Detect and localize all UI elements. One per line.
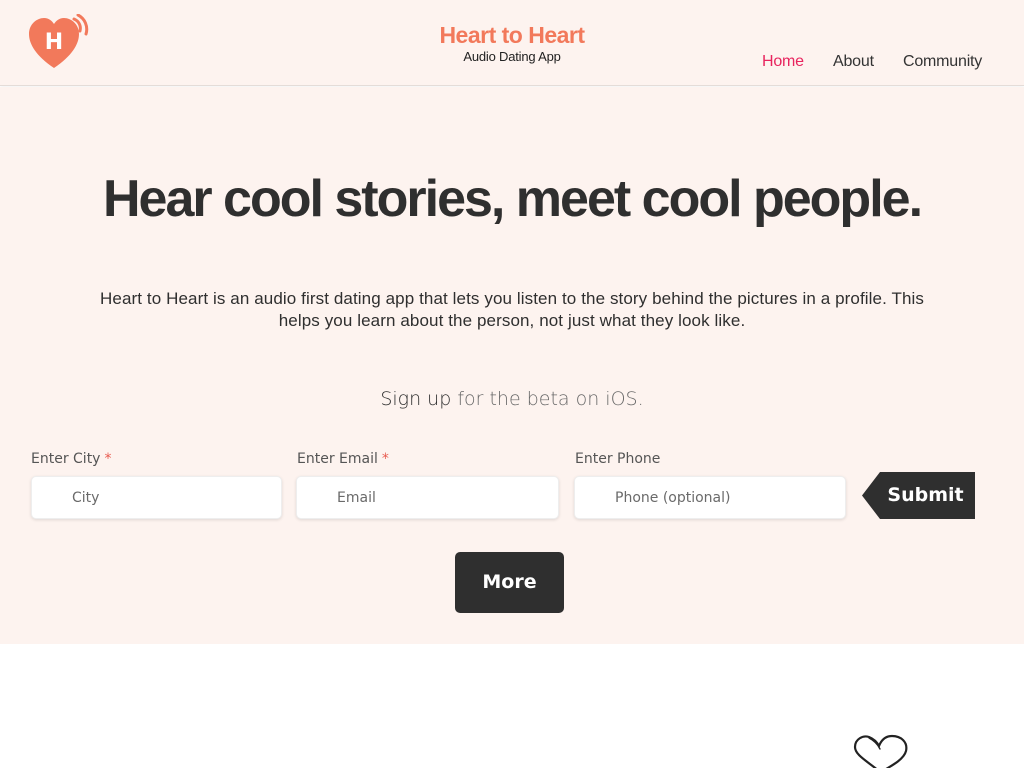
- email-required-mark: *: [381, 451, 389, 467]
- nav-home[interactable]: Home: [762, 53, 804, 73]
- heart-doodle-icon: [851, 733, 911, 768]
- hero-section: Hear cool stories, meet cool people. Hea…: [0, 87, 1024, 644]
- city-label-text: Enter City: [31, 451, 101, 467]
- city-input[interactable]: [31, 476, 282, 519]
- submit-button[interactable]: Submit: [862, 472, 975, 519]
- hero-description: Heart to Heart is an audio first dating …: [100, 289, 924, 330]
- signup-strong: Sign up: [380, 388, 452, 410]
- nav-about[interactable]: About: [833, 53, 874, 73]
- email-label: Enter Email *: [297, 451, 389, 467]
- phone-label-text: Enter Phone: [575, 451, 661, 467]
- submit-label: Submit: [887, 484, 964, 506]
- phone-label: Enter Phone: [575, 451, 660, 467]
- site-header: H Heart to Heart Audio Dating App Home A…: [0, 0, 1024, 86]
- nav-community[interactable]: Community: [903, 53, 982, 73]
- signup-text: Sign up for the beta on iOS.: [0, 388, 1024, 410]
- more-button[interactable]: More: [455, 552, 564, 613]
- signup-rest: for the beta on iOS.: [451, 388, 644, 410]
- hero-headline: Hear cool stories, meet cool people.: [102, 170, 923, 228]
- site-title[interactable]: Heart to Heart: [0, 21, 1024, 49]
- email-input[interactable]: [296, 476, 559, 519]
- phone-input[interactable]: [574, 476, 846, 519]
- email-label-text: Enter Email: [297, 451, 378, 467]
- city-label: Enter City *: [31, 451, 111, 467]
- city-required-mark: *: [104, 451, 112, 467]
